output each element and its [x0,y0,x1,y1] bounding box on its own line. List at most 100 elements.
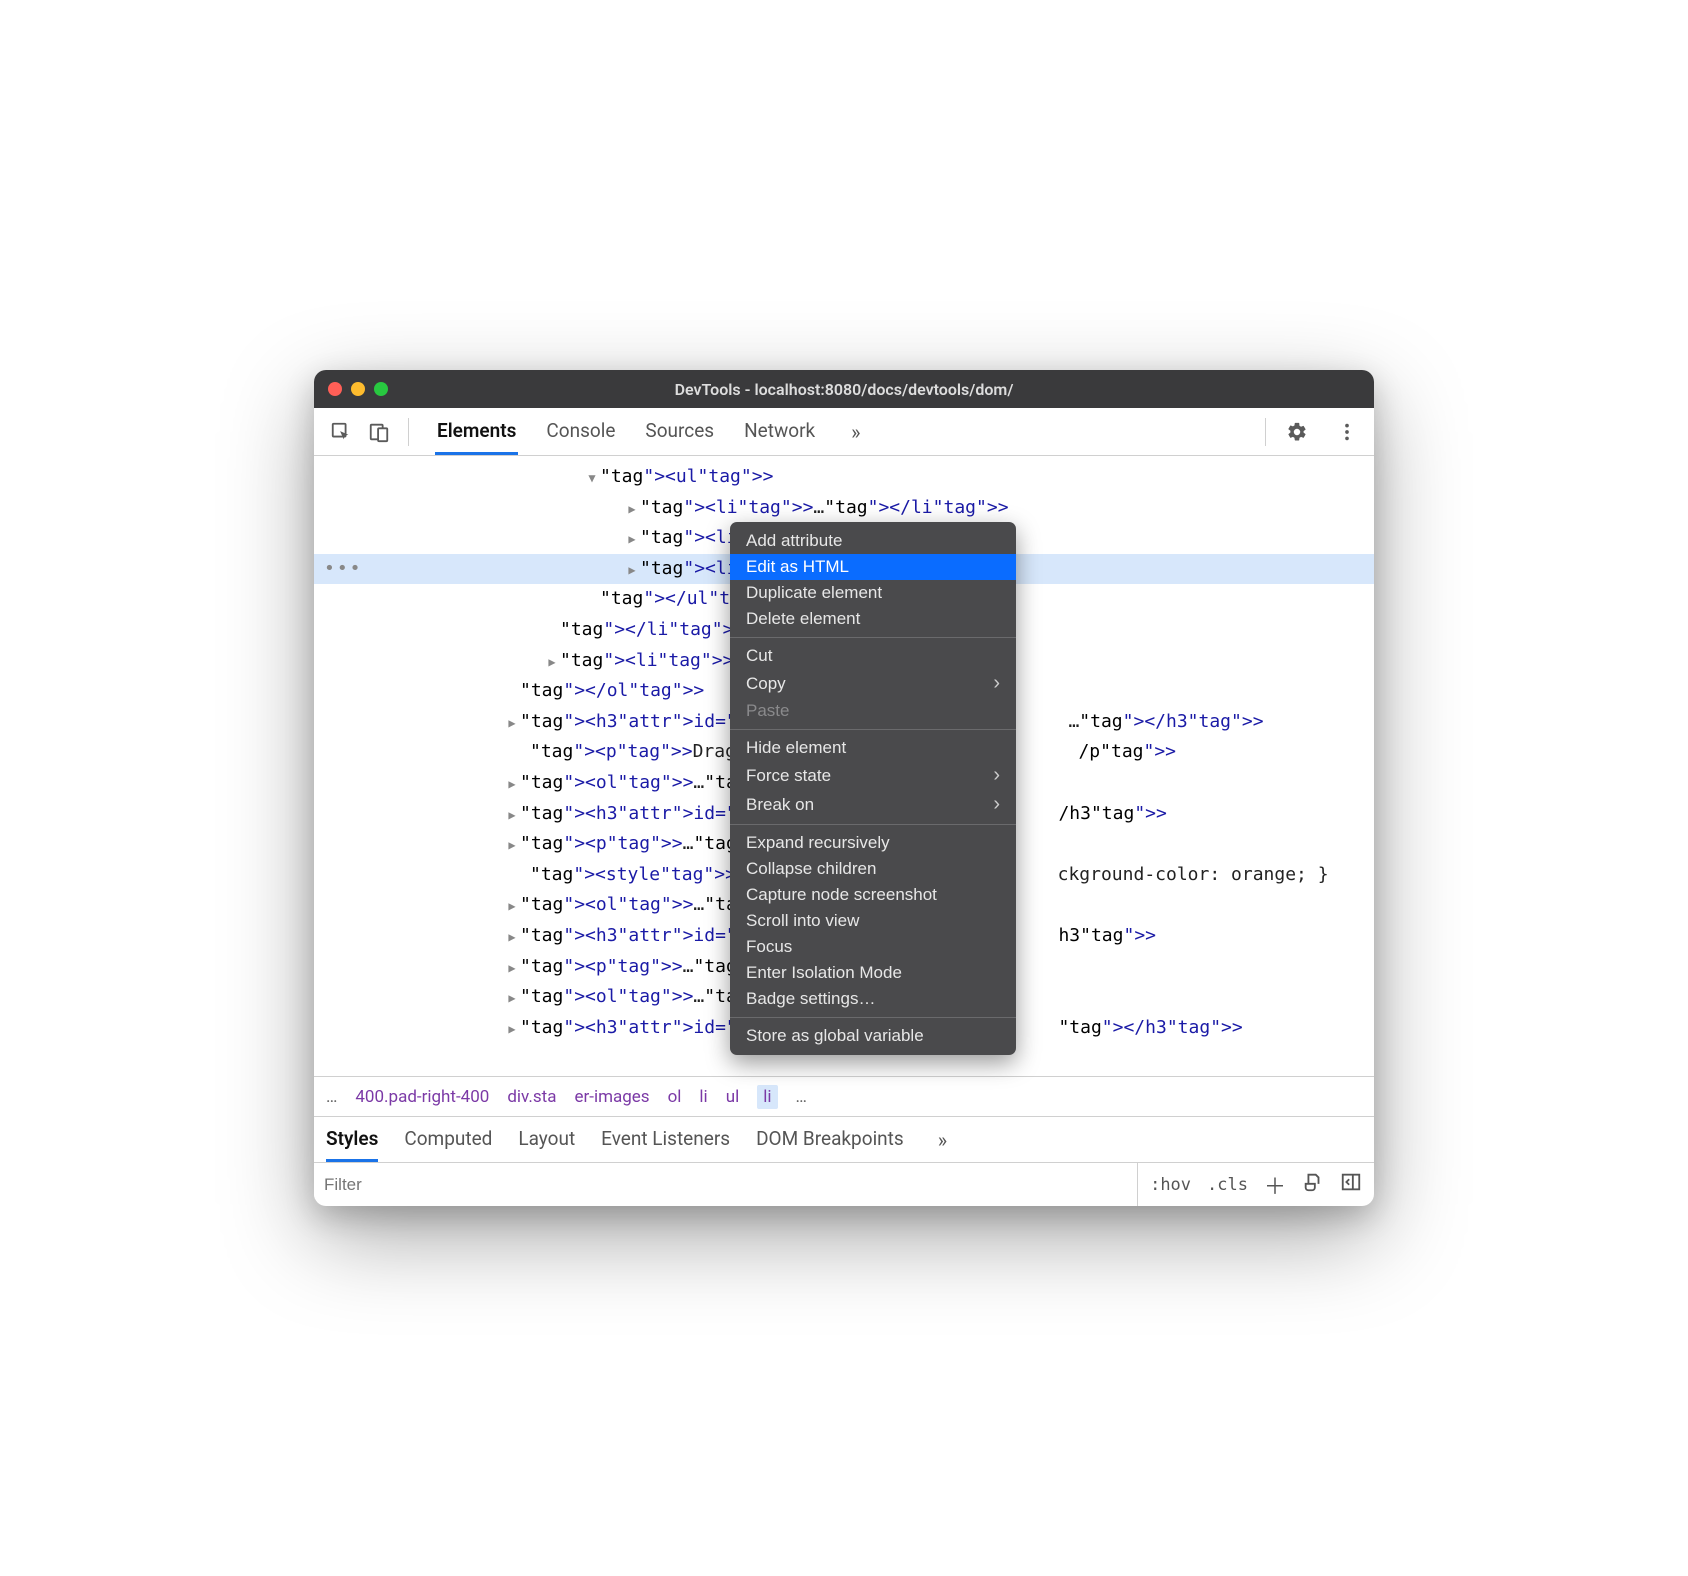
breadcrumb-leading-ellipsis[interactable]: … [326,1087,337,1107]
context-menu-label: Store as global variable [746,1026,924,1046]
dom-line[interactable]: "tag"><ul"tag">> [314,462,1374,493]
devtools-window: DevTools - localhost:8080/docs/devtools/… [314,370,1374,1206]
expand-arrow-icon[interactable] [504,982,520,1013]
context-menu-item[interactable]: Store as global variable [730,1023,1016,1049]
context-menu-item[interactable]: Scroll into view [730,908,1016,934]
context-menu-label: Paste [746,701,789,721]
context-menu-label: Break on [746,795,814,815]
device-toolbar-icon[interactable] [362,415,396,449]
context-menu-item[interactable]: Expand recursively [730,830,1016,856]
paint-brush-icon[interactable] [1302,1171,1324,1198]
context-menu-item[interactable]: Badge settings… [730,986,1016,1012]
dom-line[interactable]: "tag"><li"tag">>…"tag"></li"tag">> [314,493,1374,524]
more-subtabs-button[interactable]: » [930,1128,955,1152]
context-menu-separator [730,1017,1016,1018]
context-menu-item[interactable]: Hide element [730,735,1016,761]
context-menu-item[interactable]: Copy [730,669,1016,698]
close-window-button[interactable] [328,382,342,396]
expand-arrow-icon[interactable] [504,952,520,983]
context-menu-separator [730,729,1016,730]
context-menu-item: Paste [730,698,1016,724]
breadcrumb-selected-item[interactable]: li [757,1085,777,1109]
context-menu-item[interactable]: Edit as HTML [730,554,1016,580]
tab-sources[interactable]: Sources [643,408,716,455]
context-menu-label: Collapse children [746,859,876,879]
expand-arrow-icon[interactable] [504,1013,520,1044]
cls-toggle[interactable]: .cls [1207,1175,1248,1195]
selected-line-indicator-icon: ••• [324,554,363,585]
computed-sidebar-toggle-icon[interactable] [1340,1171,1362,1198]
inspect-element-icon[interactable] [324,415,358,449]
context-menu-item[interactable]: Break on [730,790,1016,819]
subtab-layout[interactable]: Layout [518,1117,575,1162]
context-menu-item[interactable]: Delete element [730,606,1016,632]
toolbar-separator [408,418,409,446]
breadcrumb-item[interactable]: li [699,1087,707,1107]
panel-tabs: Elements Console Sources Network » [435,408,1261,455]
context-menu-label: Edit as HTML [746,557,849,577]
context-menu-label: Enter Isolation Mode [746,963,902,983]
context-menu-item[interactable]: Capture node screenshot [730,882,1016,908]
breadcrumb-item[interactable]: ol [668,1087,682,1107]
subtab-styles[interactable]: Styles [326,1117,378,1162]
context-menu-label: Expand recursively [746,833,890,853]
expand-arrow-icon[interactable] [584,462,600,493]
context-menu-item[interactable]: Duplicate element [730,580,1016,606]
expand-arrow-icon[interactable] [504,921,520,952]
context-menu-label: Scroll into view [746,911,859,931]
subtab-computed[interactable]: Computed [404,1117,492,1162]
context-menu-label: Force state [746,766,831,786]
expand-arrow-icon[interactable] [504,890,520,921]
expand-arrow-icon[interactable] [624,493,640,524]
expand-arrow-icon[interactable] [504,707,520,738]
context-menu-separator [730,824,1016,825]
context-menu-item[interactable]: Collapse children [730,856,1016,882]
breadcrumb-item[interactable]: div.sta [507,1087,556,1107]
subtab-dom-breakpoints[interactable]: DOM Breakpoints [756,1117,904,1162]
window-controls [328,382,388,396]
context-menu-item[interactable]: Cut [730,643,1016,669]
context-menu-label: Cut [746,646,772,666]
expand-arrow-icon[interactable] [504,768,520,799]
breadcrumb-trailing-ellipsis[interactable]: … [796,1087,807,1107]
context-menu-separator [730,637,1016,638]
styles-filter-row: :hov .cls ＋ [314,1162,1374,1206]
main-toolbar: Elements Console Sources Network » [314,408,1374,456]
context-menu-label: Hide element [746,738,846,758]
expand-arrow-icon[interactable] [544,646,560,677]
tab-elements[interactable]: Elements [435,408,518,455]
breadcrumb-item[interactable]: 400.pad-right-400 [355,1087,489,1107]
styles-subtabs: Styles Computed Layout Event Listeners D… [314,1116,1374,1162]
toolbar-right [1265,418,1364,446]
tab-network[interactable]: Network [742,408,817,455]
context-menu-label: Duplicate element [746,583,882,603]
expand-arrow-icon[interactable] [624,523,640,554]
breadcrumb-item[interactable]: ul [726,1087,740,1107]
minimize-window-button[interactable] [351,382,365,396]
expand-arrow-icon[interactable] [504,829,520,860]
expand-arrow-icon[interactable] [624,554,640,585]
breadcrumb-item[interactable]: er-images [574,1087,649,1107]
maximize-window-button[interactable] [374,382,388,396]
titlebar: DevTools - localhost:8080/docs/devtools/… [314,370,1374,408]
settings-gear-icon[interactable] [1280,415,1314,449]
hov-toggle[interactable]: :hov [1150,1175,1191,1195]
tab-console[interactable]: Console [544,408,617,455]
styles-filter-input[interactable] [314,1171,1137,1199]
context-menu-item[interactable]: Focus [730,934,1016,960]
context-menu-item[interactable]: Enter Isolation Mode [730,960,1016,986]
styles-filter-controls: :hov .cls ＋ [1137,1163,1374,1206]
context-menu-label: Capture node screenshot [746,885,937,905]
context-menu-item[interactable]: Force state [730,761,1016,790]
context-menu-item[interactable]: Add attribute [730,528,1016,554]
subtab-event-listeners[interactable]: Event Listeners [601,1117,730,1162]
context-menu-label: Delete element [746,609,860,629]
dom-breadcrumb[interactable]: … 400.pad-right-400 div.sta er-images ol… [314,1076,1374,1116]
more-tabs-button[interactable]: » [843,420,868,444]
expand-arrow-icon[interactable] [504,799,520,830]
kebab-menu-icon[interactable] [1330,415,1364,449]
context-menu: Add attribute Edit as HTML Duplicate eleme… [730,522,1016,1055]
context-menu-label: Focus [746,937,792,957]
context-menu-label: Copy [746,674,786,694]
new-style-rule-icon[interactable]: ＋ [1264,1169,1286,1201]
